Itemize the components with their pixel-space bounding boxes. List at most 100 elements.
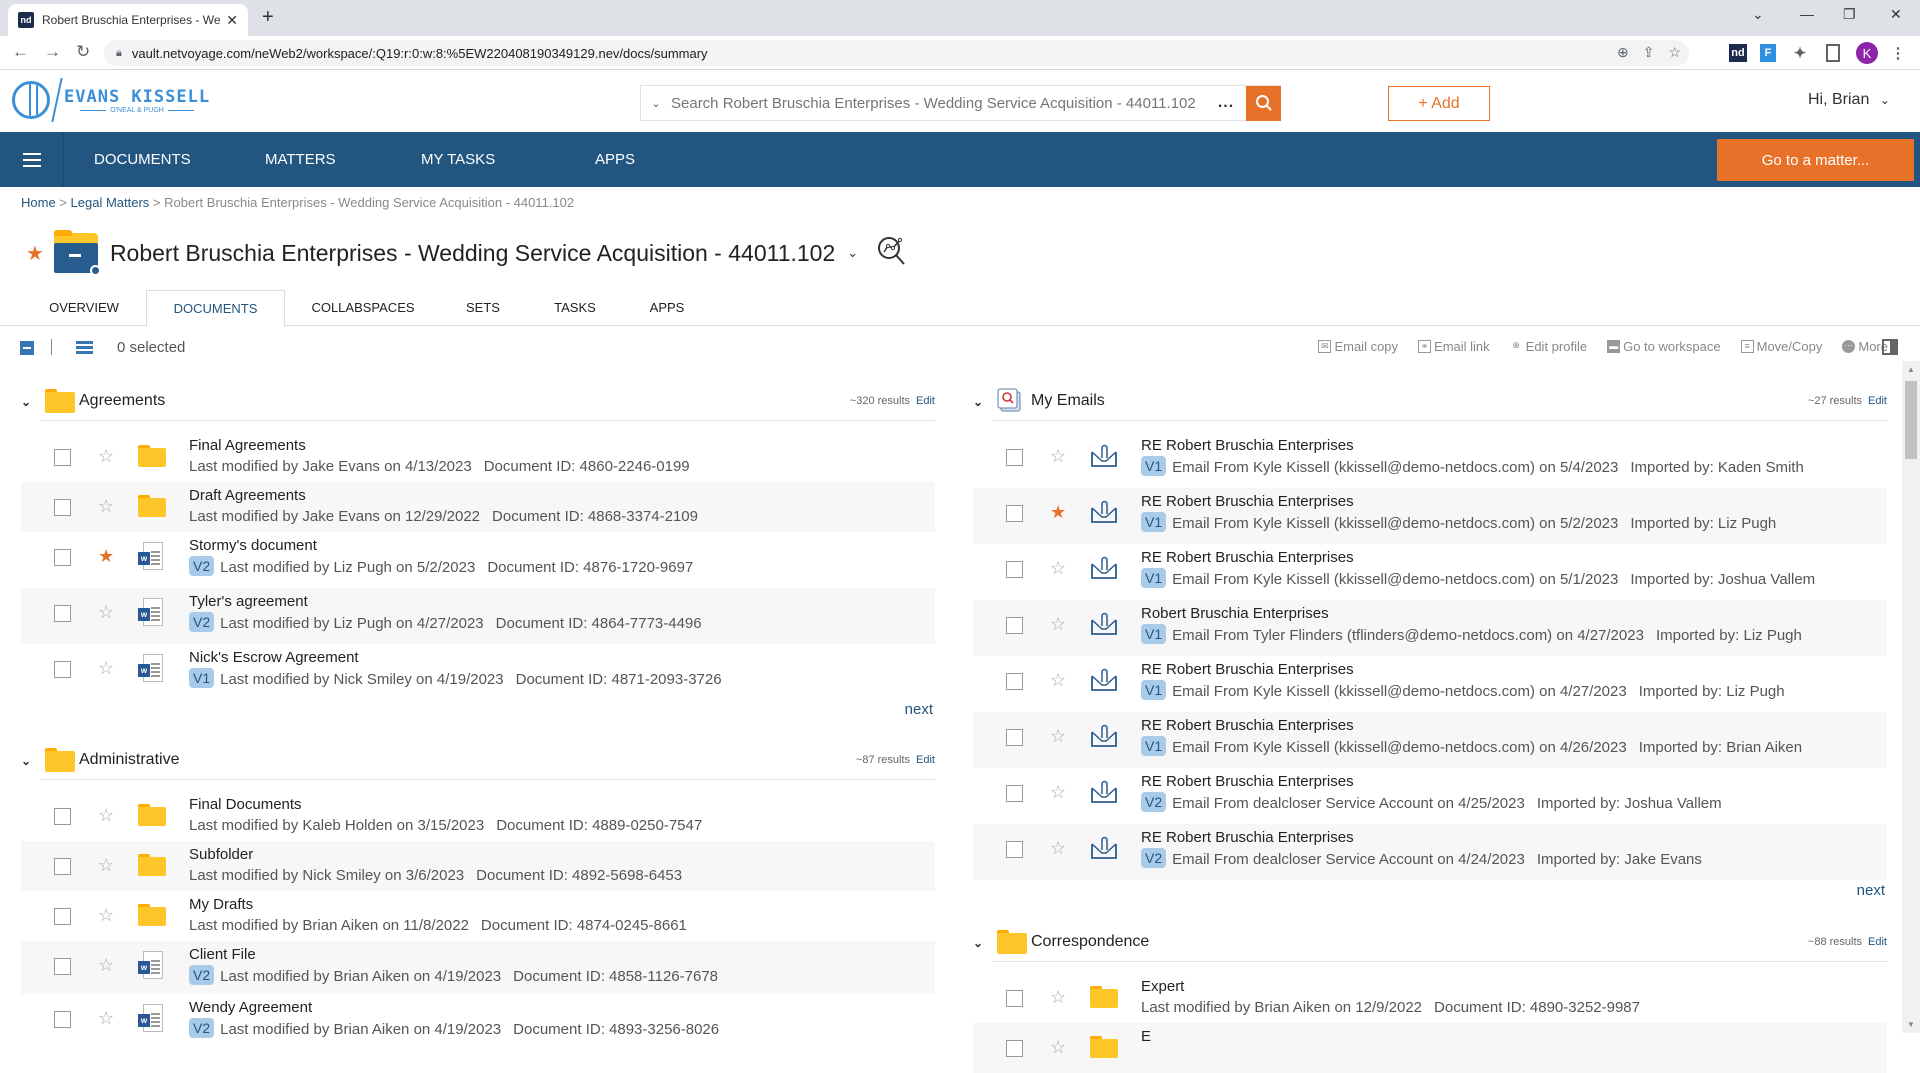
profile-avatar[interactable]: K [1856, 42, 1878, 64]
row-checkbox[interactable] [54, 908, 71, 925]
item-name[interactable]: RE Robert Bruschia Enterprises [1141, 493, 1354, 510]
collapse-chevron-icon[interactable]: ⌄ [21, 395, 31, 409]
version-badge[interactable]: V2 [1141, 792, 1167, 812]
list-view-icon[interactable] [76, 341, 93, 355]
share-icon[interactable]: ⇪ [1643, 44, 1655, 61]
email-row[interactable]: ☆ RE Robert Bruschia Enterprises V2 Email F… [973, 768, 1887, 824]
item-name[interactable]: Subfolder [189, 846, 253, 863]
version-badge[interactable]: V1 [1141, 624, 1167, 644]
go-to-workspace-button[interactable]: ▬ Go to workspace [1607, 339, 1721, 354]
breadcrumb-home[interactable]: Home [21, 195, 56, 210]
star-icon[interactable]: ☆ [98, 602, 114, 623]
star-icon[interactable]: ☆ [98, 658, 114, 679]
row-checkbox[interactable] [1006, 990, 1023, 1007]
scroll-up-arrow-icon[interactable]: ▲ [1907, 365, 1915, 374]
back-icon[interactable]: ← [12, 42, 29, 62]
row-checkbox[interactable] [54, 958, 71, 975]
item-name[interactable]: Tyler's agreement [189, 593, 308, 610]
email-row[interactable]: ☆ RE Robert Bruschia Enterprises V2 Email F… [973, 824, 1887, 880]
nav-my-tasks[interactable]: MY TASKS [421, 132, 495, 187]
netdocuments-extension-icon[interactable]: nd [1729, 44, 1747, 62]
document-row[interactable]: ★ w Stormy's document V2 Last modified by Li… [21, 532, 935, 588]
item-name[interactable]: E [1141, 1028, 1151, 1045]
section-title[interactable]: Administrative [79, 751, 179, 769]
hamburger-menu-icon[interactable] [0, 132, 64, 187]
starred-icon[interactable]: ★ [1050, 502, 1066, 523]
zoom-icon[interactable]: ⊕ [1617, 44, 1629, 61]
next-page-link[interactable]: next [1857, 882, 1885, 899]
item-name[interactable]: Wendy Agreement [189, 999, 312, 1016]
version-badge[interactable]: V2 [1141, 848, 1167, 868]
version-badge[interactable]: V2 [189, 612, 215, 632]
breadcrumb-legal-matters[interactable]: Legal Matters [71, 195, 150, 210]
email-copy-button[interactable]: ✉ Email copy [1318, 339, 1398, 354]
star-icon[interactable]: ☆ [98, 1008, 114, 1029]
new-tab-icon[interactable]: + [262, 6, 274, 29]
close-tab-icon[interactable]: ✕ [226, 12, 238, 29]
collapse-chevron-icon[interactable]: ⌄ [973, 395, 983, 409]
item-name[interactable]: Draft Agreements [189, 487, 306, 504]
section-title[interactable]: Correspondence [1031, 933, 1149, 951]
document-row[interactable]: ☆ w Nick's Escrow Agreement V1 Last modified… [21, 644, 935, 700]
star-icon[interactable]: ☆ [98, 496, 114, 517]
restore-icon[interactable]: ❐ [1843, 6, 1856, 23]
firm-logo[interactable]: EVANS KISSELL O'NEAL & PUGH [12, 78, 210, 122]
star-icon[interactable]: ☆ [98, 446, 114, 467]
tab-apps[interactable]: APPS [640, 290, 694, 326]
tab-overview[interactable]: OVERVIEW [30, 290, 138, 326]
edit-link[interactable]: Edit [916, 395, 935, 407]
email-row[interactable]: ★ RE Robert Bruschia Enterprises V1 Email F… [973, 488, 1887, 544]
item-name[interactable]: RE Robert Bruschia Enterprises [1141, 717, 1354, 734]
nav-matters[interactable]: MATTERS [265, 132, 336, 187]
item-name[interactable]: Nick's Escrow Agreement [189, 649, 359, 666]
close-window-icon[interactable]: ✕ [1890, 6, 1902, 23]
row-checkbox[interactable] [1006, 673, 1023, 690]
document-row[interactable]: ☆ w Tyler's agreement V2 Last modified by Li… [21, 588, 935, 644]
document-row[interactable]: ☆ Expert Last modified by Brian Aiken on 1… [973, 973, 1887, 1023]
tab-documents[interactable]: DOCUMENTS [146, 290, 285, 327]
search-input[interactable] [671, 94, 1206, 112]
browser-tab[interactable]: nd Robert Bruschia Enterprises - Wedding… [8, 4, 248, 36]
item-name[interactable]: RE Robert Bruschia Enterprises [1141, 549, 1354, 566]
document-row[interactable]: ☆ Final Agreements Last modified by Jake E… [21, 432, 935, 482]
star-icon[interactable]: ☆ [1050, 726, 1066, 747]
tab-search-icon[interactable]: ⌄ [1752, 6, 1764, 23]
next-page-link[interactable]: next [905, 701, 933, 718]
row-checkbox[interactable] [1006, 449, 1023, 466]
item-name[interactable]: RE Robert Bruschia Enterprises [1141, 773, 1354, 790]
star-icon[interactable]: ☆ [98, 905, 114, 926]
star-icon[interactable]: ☆ [1050, 446, 1066, 467]
tab-collabspaces[interactable]: COLLABSPACES [303, 290, 423, 326]
search-button[interactable] [1246, 85, 1281, 121]
go-to-matter-button[interactable]: Go to a matter... [1717, 139, 1914, 181]
version-badge[interactable]: V1 [1141, 680, 1167, 700]
version-badge[interactable]: V2 [189, 556, 215, 576]
row-checkbox[interactable] [54, 858, 71, 875]
collapse-chevron-icon[interactable]: ⌄ [21, 754, 31, 768]
bookmark-star-icon[interactable]: ☆ [1668, 44, 1681, 61]
star-icon[interactable]: ☆ [1050, 838, 1066, 859]
toggle-panel-icon[interactable] [1882, 339, 1898, 355]
row-checkbox[interactable] [54, 661, 71, 678]
document-row[interactable]: ☆ w Wendy Agreement V2 Last modified by Bria… [21, 994, 935, 1044]
row-checkbox[interactable] [1006, 785, 1023, 802]
row-checkbox[interactable] [54, 499, 71, 516]
email-link-button[interactable]: ⚭ Email link [1418, 339, 1490, 354]
item-name[interactable]: Robert Bruschia Enterprises [1141, 605, 1329, 622]
user-menu[interactable]: Hi, Brian ⌄ [1808, 91, 1890, 109]
star-icon[interactable]: ☆ [1050, 670, 1066, 691]
scroll-down-arrow-icon[interactable]: ▼ [1907, 1020, 1915, 1029]
document-row[interactable]: ☆ E [973, 1023, 1887, 1073]
item-name[interactable]: Final Documents [189, 796, 302, 813]
item-name[interactable]: My Drafts [189, 896, 253, 913]
page-scrollbar[interactable]: ▲ ▼ [1902, 361, 1920, 1033]
edit-link[interactable]: Edit [1868, 936, 1887, 948]
forward-icon[interactable]: → [44, 42, 61, 62]
add-button[interactable]: + Add [1388, 86, 1490, 121]
starred-icon[interactable]: ★ [98, 546, 114, 567]
row-checkbox[interactable] [54, 549, 71, 566]
star-icon[interactable]: ☆ [1050, 987, 1066, 1008]
side-panel-icon[interactable] [1826, 44, 1840, 62]
version-badge[interactable]: V1 [189, 668, 215, 688]
version-badge[interactable]: V1 [1141, 736, 1167, 756]
